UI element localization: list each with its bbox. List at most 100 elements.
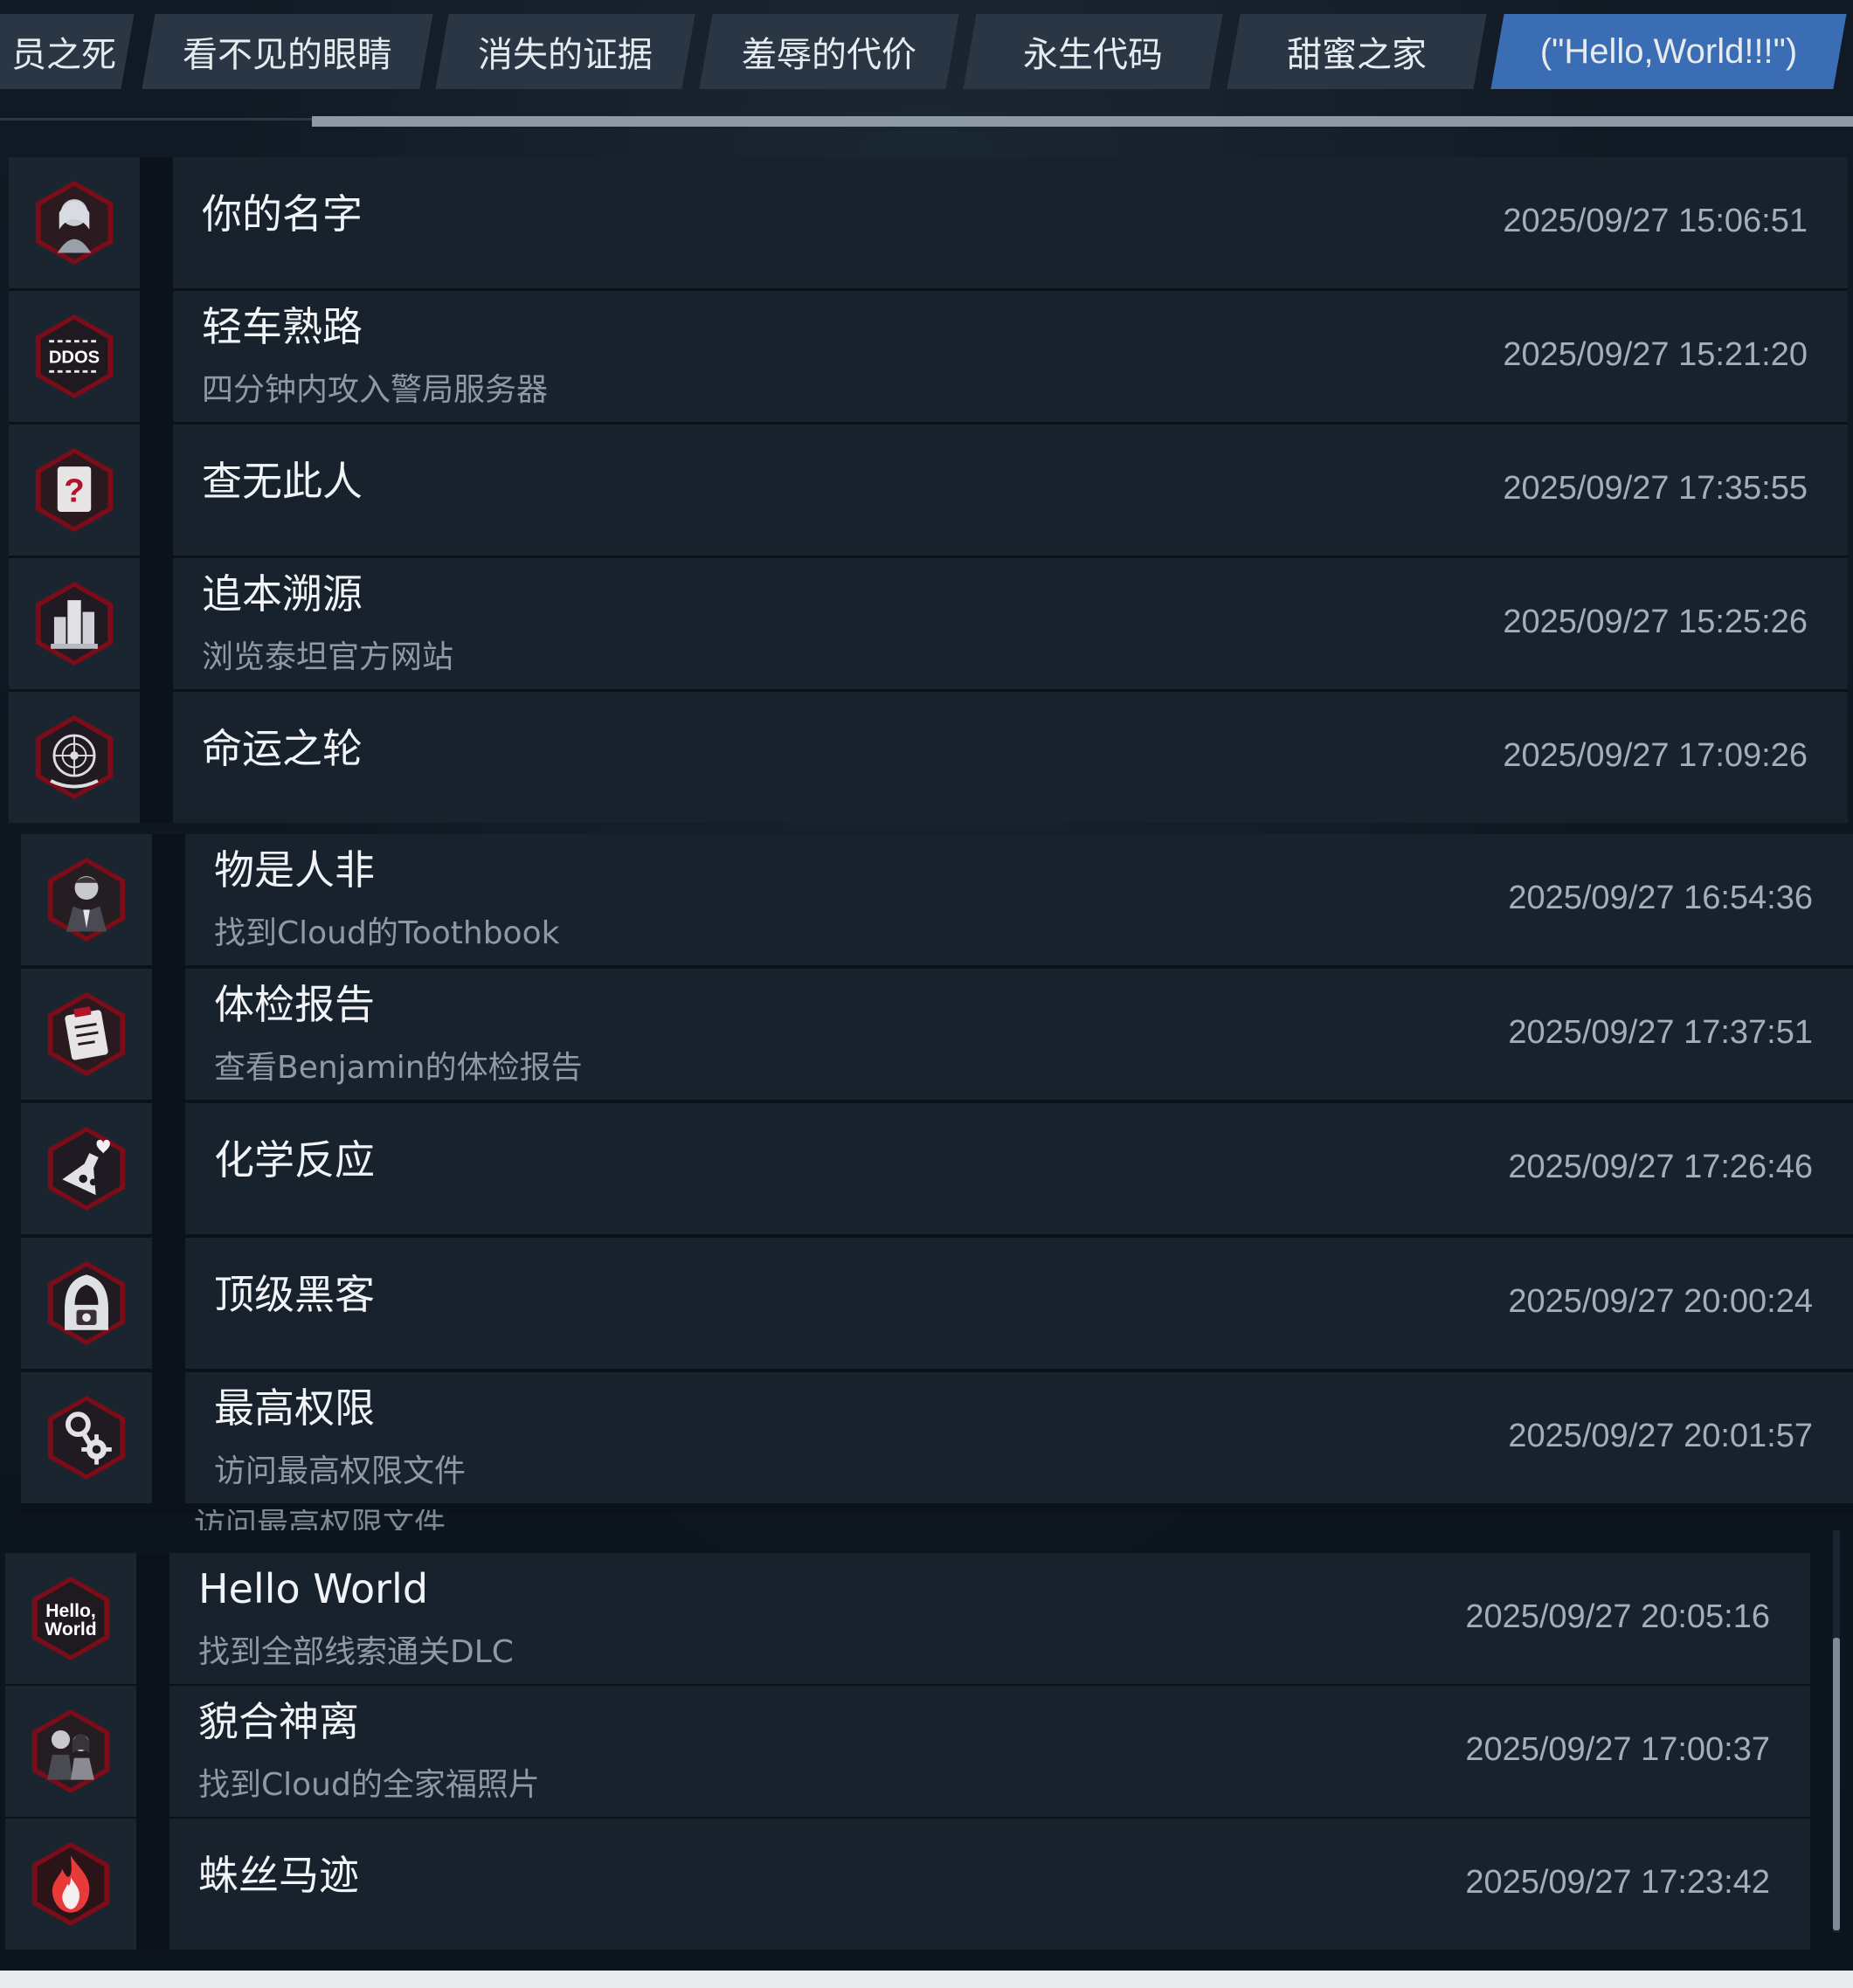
hooded-hacker-icon <box>47 1261 126 1345</box>
achievement-time: 2025/09/27 15:25:26 <box>1503 604 1808 640</box>
achievement-row[interactable]: DDOS 轻车熟路 四分钟内攻入警局服务器 2025/09/27 15:21:2… <box>9 291 1848 422</box>
achievement-icon-cell: ? <box>9 425 140 556</box>
ddos-icon: DDOS <box>35 314 114 398</box>
achievement-row[interactable]: ? 查无此人 2025/09/27 17:35:55 <box>9 425 1848 556</box>
achievement-row[interactable]: 体检报告 查看Benjamin的体检报告 2025/09/27 17:37:51 <box>21 969 1853 1100</box>
achievement-content: 追本溯源 浏览泰坦官方网站 2025/09/27 15:25:26 <box>173 558 1848 689</box>
tab-label: 羞辱的代价 <box>742 35 916 75</box>
tab-chapter-4[interactable]: 羞辱的代价 <box>699 14 959 89</box>
achievement-time: 2025/09/27 17:35:55 <box>1503 470 1808 507</box>
achievement-icon-cell <box>9 692 140 823</box>
achievement-icon-cell <box>9 157 140 288</box>
achievement-title: 轻车熟路 <box>202 303 363 350</box>
hello-world-icon: Hello, World <box>31 1577 110 1660</box>
achievement-title: 命运之轮 <box>202 725 363 772</box>
man-portrait-icon <box>47 858 126 942</box>
achievement-content: 貌合神离 找到Cloud的全家福照片 2025/09/27 17:00:37 <box>169 1686 1810 1817</box>
achievement-content: 化学反应 2025/09/27 17:26:46 <box>185 1103 1853 1234</box>
clipboard-report-icon <box>47 992 126 1076</box>
achievement-row[interactable]: Hello, World Hello World 找到全部线索通关DLC 202… <box>5 1553 1810 1684</box>
achievement-title: Hello World <box>198 1565 429 1612</box>
tab-chapter-3[interactable]: 消失的证据 <box>435 14 695 89</box>
achievement-subtitle: 四分钟内攻入警局服务器 <box>202 372 549 408</box>
achievement-title: 蛛丝马迹 <box>198 1852 359 1899</box>
achievement-time: 2025/09/27 20:05:16 <box>1465 1598 1770 1635</box>
svg-text:World: World <box>45 1619 96 1639</box>
achievement-icon-cell <box>9 558 140 689</box>
tab-chapter-2[interactable]: 看不见的眼睛 <box>142 14 433 89</box>
achievement-icon-cell <box>21 969 152 1100</box>
achievement-title: 体检报告 <box>214 981 375 1028</box>
flask-heart-icon <box>47 1127 126 1211</box>
achievement-row[interactable]: 貌合神离 找到Cloud的全家福照片 2025/09/27 17:00:37 <box>5 1686 1810 1817</box>
achievement-group: 物是人非 找到Cloud的Toothbook 2025/09/27 16:54:… <box>21 834 1853 1514</box>
svg-text:?: ? <box>64 472 84 509</box>
achievement-content: 查无此人 2025/09/27 17:35:55 <box>173 425 1848 556</box>
achievement-group: Hello, World Hello World 找到全部线索通关DLC 202… <box>5 1553 1810 1951</box>
achievement-row[interactable]: 追本溯源 浏览泰坦官方网站 2025/09/27 15:25:26 <box>9 558 1848 689</box>
achievement-time: 2025/09/27 16:54:36 <box>1508 880 1813 916</box>
achievement-time: 2025/09/27 17:26:46 <box>1508 1149 1813 1185</box>
achievement-icon-cell <box>21 834 152 965</box>
achievement-subtitle: 找到全部线索通关DLC <box>198 1634 514 1670</box>
achievement-row[interactable]: 你的名字 2025/09/27 15:06:51 <box>9 157 1848 288</box>
achievement-content: Hello World 找到全部线索通关DLC 2025/09/27 20:05… <box>169 1553 1810 1684</box>
tab-chapter-5[interactable]: 永生代码 <box>963 14 1223 89</box>
achievement-content: 命运之轮 2025/09/27 17:09:26 <box>173 692 1848 823</box>
achievement-title: 你的名字 <box>202 190 363 238</box>
tab-chapter-1[interactable]: 员之死 <box>0 14 135 89</box>
tab-label: ("Hello,World!!!") <box>1539 31 1798 71</box>
achievement-content: 轻车熟路 四分钟内攻入警局服务器 2025/09/27 15:21:20 <box>173 291 1848 422</box>
achievement-row[interactable]: 最高权限 访问最高权限文件 2025/09/27 20:01:57 <box>21 1372 1853 1503</box>
achievement-group: 你的名字 2025/09/27 15:06:51 DDOS 轻车熟路 四分钟内攻… <box>9 157 1848 823</box>
achievement-subtitle: 找到Cloud的Toothbook <box>214 915 560 951</box>
achievement-icon-cell <box>21 1103 152 1234</box>
tab-label: 永生代码 <box>1023 35 1163 75</box>
tab-scroll-indicator[interactable] <box>312 116 1853 127</box>
achievement-row[interactable]: 蛛丝马迹 2025/09/27 17:23:42 <box>5 1819 1810 1950</box>
buildings-icon <box>35 582 114 666</box>
girl-portrait-icon <box>35 181 114 265</box>
achievement-row[interactable]: 物是人非 找到Cloud的Toothbook 2025/09/27 16:54:… <box>21 834 1853 965</box>
achievement-icon-cell: DDOS <box>9 291 140 422</box>
achievement-row[interactable]: 命运之轮 2025/09/27 17:09:26 <box>9 692 1848 823</box>
achievement-title: 最高权限 <box>214 1384 375 1432</box>
tab-chapter-6[interactable]: 甜蜜之家 <box>1227 14 1487 89</box>
achievement-content: 蛛丝马迹 2025/09/27 17:23:42 <box>169 1819 1810 1950</box>
svg-text:DDOS: DDOS <box>49 349 100 368</box>
achievement-title: 貌合神离 <box>198 1698 359 1745</box>
achievement-title: 查无此人 <box>202 458 363 505</box>
tab-label: 员之死 <box>11 35 117 75</box>
achievement-title: 物是人非 <box>214 846 375 894</box>
clipped-subtitle: 访问最高权限文件 <box>194 1509 446 1530</box>
achievement-row[interactable]: 顶级黑客 2025/09/27 20:00:24 <box>21 1238 1853 1369</box>
achievement-content: 最高权限 访问最高权限文件 2025/09/27 20:01:57 <box>185 1372 1853 1503</box>
achievement-time: 2025/09/27 17:37:51 <box>1508 1014 1813 1051</box>
achievement-icon-cell <box>21 1372 152 1503</box>
achievement-subtitle: 找到Cloud的全家福照片 <box>198 1767 540 1803</box>
chapter-tab-bar: 员之死 看不见的眼睛 消失的证据 羞辱的代价 永生代码 甜蜜之家 ("Hello… <box>0 0 1853 127</box>
scrollbar-thumb[interactable] <box>1833 1638 1840 1930</box>
achievement-time: 2025/09/27 17:00:37 <box>1465 1731 1770 1768</box>
achievement-row[interactable]: 化学反应 2025/09/27 17:26:46 <box>21 1103 1853 1234</box>
achievement-time: 2025/09/27 15:21:20 <box>1503 336 1808 373</box>
tab-label: 看不见的眼睛 <box>183 35 392 75</box>
achievement-icon-cell <box>21 1238 152 1369</box>
question-card-icon: ? <box>35 448 114 532</box>
couple-portrait-icon <box>31 1709 110 1793</box>
achievement-subtitle: 浏览泰坦官方网站 <box>202 639 454 675</box>
achievement-title: 化学反应 <box>214 1136 375 1184</box>
achievement-icon-cell: Hello, World <box>5 1553 136 1684</box>
achievement-icon-cell <box>5 1819 136 1950</box>
wheel-of-fate-icon <box>35 715 114 799</box>
achievement-time: 2025/09/27 20:01:57 <box>1508 1418 1813 1454</box>
achievement-time: 2025/09/27 15:06:51 <box>1503 203 1808 239</box>
achievement-time: 2025/09/27 17:23:42 <box>1465 1864 1770 1901</box>
svg-text:Hello,: Hello, <box>45 1601 95 1621</box>
achievement-title: 追本溯源 <box>202 570 363 618</box>
achievement-time: 2025/09/27 20:00:24 <box>1508 1283 1813 1320</box>
tab-hello-world[interactable]: ("Hello,World!!!") <box>1490 14 1847 89</box>
achievement-subtitle: 访问最高权限文件 <box>214 1453 467 1489</box>
tab-label: 甜蜜之家 <box>1287 35 1427 75</box>
achievement-title: 顶级黑客 <box>214 1271 375 1318</box>
